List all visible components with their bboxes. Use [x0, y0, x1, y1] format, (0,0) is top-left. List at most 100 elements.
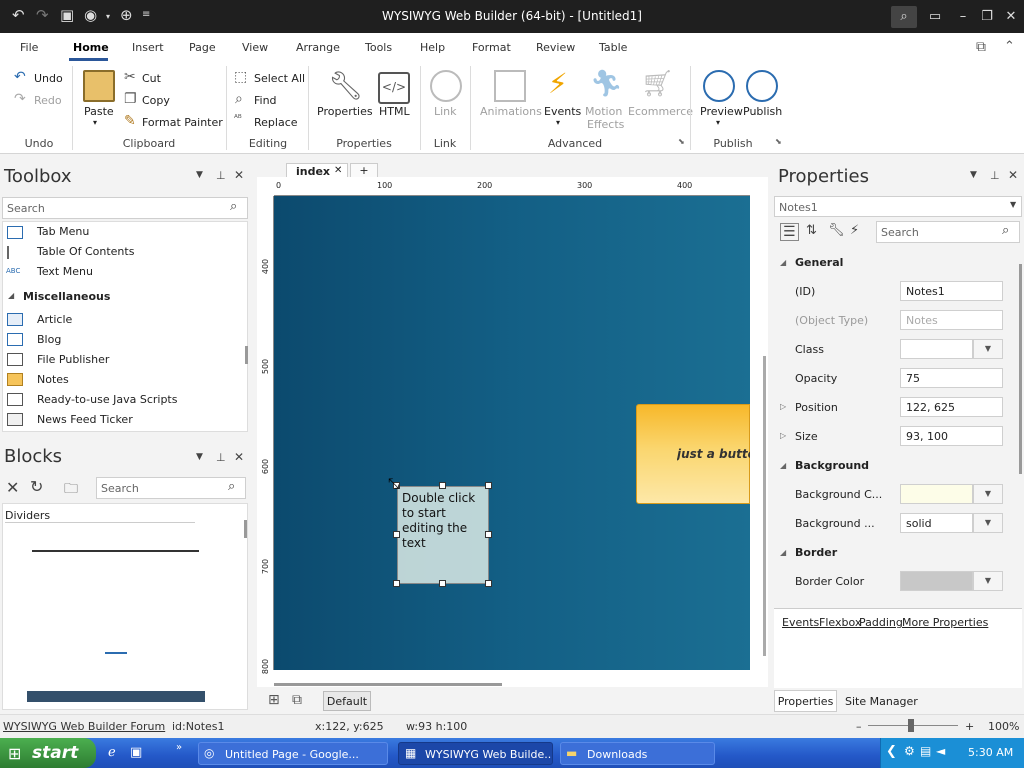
- prop-bordercolor-swatch[interactable]: [900, 571, 973, 591]
- html-button[interactable]: HTML: [379, 105, 410, 118]
- resize-handle[interactable]: [393, 580, 400, 587]
- toolbox-item-scripts[interactable]: Ready-to-use Java Scripts: [37, 393, 177, 406]
- section-border[interactable]: Border: [795, 546, 837, 559]
- dialog-launcher-icon[interactable]: ⬊: [678, 137, 685, 146]
- toolbox-scrollbar[interactable]: [245, 346, 248, 364]
- toolbox-item-toc[interactable]: Table Of Contents: [37, 245, 134, 258]
- collapse-ribbon-icon[interactable]: ⌃: [1004, 39, 1015, 54]
- section-general[interactable]: General: [795, 256, 843, 269]
- expand-triangle-icon[interactable]: ▷: [780, 402, 786, 411]
- media-icon[interactable]: ▣: [130, 745, 142, 760]
- pin-icon[interactable]: ⊥: [216, 451, 226, 464]
- prop-bgstyle-field[interactable]: solid: [900, 513, 973, 533]
- taskbar-item-wysiwyg[interactable]: WYSIWYG Web Builde...: [398, 742, 553, 765]
- menu-tools[interactable]: Tools: [365, 41, 392, 54]
- link-flexbox[interactable]: Flexbox: [819, 616, 861, 629]
- object-selector[interactable]: Notes1: [774, 196, 1022, 217]
- copy-button[interactable]: Copy: [142, 94, 170, 107]
- delete-icon[interactable]: ✕: [6, 478, 19, 497]
- chevron-down-icon[interactable]: ▼: [973, 484, 1003, 504]
- properties-search-input[interactable]: Search: [876, 221, 1020, 243]
- menu-view[interactable]: View: [242, 41, 268, 54]
- prop-opacity-field[interactable]: 75: [900, 368, 1003, 388]
- prop-size-field[interactable]: 93, 100: [900, 426, 1003, 446]
- pin-icon[interactable]: ⊥: [216, 169, 226, 182]
- divider-block-preview[interactable]: [32, 550, 199, 552]
- zoom-in-icon[interactable]: +: [965, 720, 974, 733]
- display-icon[interactable]: ⧉: [976, 39, 986, 55]
- collapse-triangle-icon[interactable]: ◢: [780, 258, 786, 267]
- menu-home[interactable]: Home: [73, 41, 109, 54]
- vertical-scrollbar[interactable]: [763, 356, 766, 656]
- preview-button[interactable]: Preview: [700, 105, 743, 118]
- search-icon[interactable]: ⌕: [230, 199, 237, 214]
- dialog-launcher-icon[interactable]: ⬊: [775, 137, 782, 146]
- menu-file[interactable]: File: [20, 41, 38, 54]
- expand-triangle-icon[interactable]: ▷: [780, 431, 786, 440]
- toolbox-item-text-menu[interactable]: Text Menu: [37, 265, 93, 278]
- close-icon[interactable]: ✕: [334, 165, 342, 176]
- categorized-icon[interactable]: ☰: [780, 223, 799, 241]
- find-button[interactable]: Find: [254, 94, 277, 107]
- refresh-icon[interactable]: ↻: [30, 477, 43, 496]
- format-painter-button[interactable]: Format Painter: [142, 116, 223, 129]
- tray-app-icon[interactable]: ⚙: [904, 744, 915, 758]
- menu-page[interactable]: Page: [189, 41, 216, 54]
- close-icon[interactable]: ✕: [234, 168, 244, 182]
- tab-site-manager[interactable]: Site Manager: [845, 695, 918, 708]
- resize-handle[interactable]: [439, 580, 446, 587]
- sort-az-icon[interactable]: ⇅: [806, 223, 817, 238]
- redo-button[interactable]: Redo: [34, 94, 62, 107]
- close-button[interactable]: ✕: [998, 6, 1024, 28]
- divider-block-preview[interactable]: [105, 652, 127, 654]
- menu-format[interactable]: Format: [472, 41, 511, 54]
- toolbox-item-notes[interactable]: Notes: [37, 373, 69, 386]
- close-icon[interactable]: ✕: [1008, 168, 1018, 182]
- toolbox-search-input[interactable]: Search: [2, 197, 248, 219]
- motion-effects-button[interactable]: Motion: [585, 105, 622, 118]
- toolbox-item-file-publisher[interactable]: File Publisher: [37, 353, 109, 366]
- prop-bgcolor-swatch[interactable]: [900, 484, 973, 504]
- link-events[interactable]: Events: [782, 616, 819, 629]
- restore-button[interactable]: ❐: [974, 6, 1000, 28]
- lightning-icon[interactable]: ⚡︎: [850, 223, 859, 238]
- zoom-out-icon[interactable]: –: [856, 720, 862, 733]
- resize-handle[interactable]: [485, 482, 492, 489]
- paste-button[interactable]: Paste: [84, 105, 114, 118]
- resize-handle[interactable]: [485, 580, 492, 587]
- volume-icon[interactable]: ◄: [936, 744, 945, 758]
- toolbox-item-news-ticker[interactable]: News Feed Ticker: [37, 413, 133, 426]
- toolbox-item-tab-menu[interactable]: Tab Menu: [37, 225, 89, 238]
- link-button[interactable]: Link: [434, 105, 457, 118]
- menu-review[interactable]: Review: [536, 41, 575, 54]
- tray-back-icon[interactable]: ❮: [886, 744, 897, 759]
- ie-icon[interactable]: ℯ: [108, 745, 116, 760]
- search-icon[interactable]: ⌕: [228, 479, 235, 494]
- chevron-down-icon[interactable]: ▼: [973, 339, 1003, 359]
- minimize-button[interactable]: –: [950, 6, 976, 28]
- events-button[interactable]: Events: [544, 105, 581, 118]
- menu-table[interactable]: Table: [599, 41, 627, 54]
- resize-handle[interactable]: [485, 531, 492, 538]
- menu-help[interactable]: Help: [420, 41, 445, 54]
- chevron-down-icon[interactable]: ▼: [196, 452, 203, 462]
- tab-properties[interactable]: Properties: [774, 690, 837, 712]
- add-page-icon[interactable]: ⊞: [268, 692, 280, 708]
- collapse-triangle-icon[interactable]: ◢: [780, 461, 786, 470]
- link-padding[interactable]: Padding: [859, 616, 903, 629]
- collapse-triangle-icon[interactable]: ◢: [8, 291, 14, 300]
- search-icon[interactable]: ⌕: [1002, 223, 1009, 238]
- menu-arrange[interactable]: Arrange: [296, 41, 340, 54]
- search-icon[interactable]: ⌕: [891, 6, 917, 28]
- chevron-down-icon[interactable]: ▼: [196, 170, 203, 180]
- select-all-button[interactable]: Select All: [254, 72, 305, 85]
- properties-button[interactable]: Properties: [317, 105, 373, 118]
- cut-button[interactable]: Cut: [142, 72, 161, 85]
- resize-handle[interactable]: [439, 482, 446, 489]
- blocks-search-input[interactable]: Search: [96, 477, 246, 499]
- chevron-down-icon[interactable]: ▼: [973, 571, 1003, 591]
- divider-block-preview[interactable]: [27, 691, 205, 702]
- chevron-down-icon[interactable]: ▾: [716, 118, 720, 127]
- taskbar-item-chrome[interactable]: Untitled Page - Google...: [198, 742, 388, 765]
- toolbox-category-misc[interactable]: Miscellaneous: [23, 290, 110, 303]
